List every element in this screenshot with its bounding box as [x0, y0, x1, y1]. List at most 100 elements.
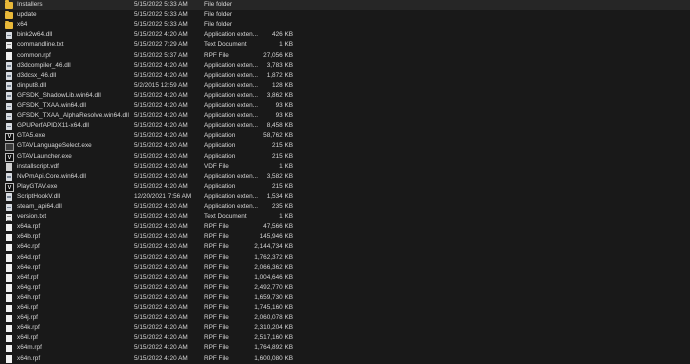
file-row[interactable]: GFSDK_TXAA_AlphaResolve.win64.dll 5/15/20…: [0, 111, 690, 121]
file-row[interactable]: Installers 5/15/2022 5:33 AM File folder: [0, 0, 690, 11]
file-size: 2,310,204 KB: [254, 324, 293, 332]
date-modified: 5/15/2022 4:20 AM: [134, 223, 188, 231]
date-modified: 5/15/2022 4:20 AM: [134, 273, 188, 281]
file-name: x64c.rpf: [17, 243, 40, 251]
file-row[interactable]: update 5/15/2022 5:33 AM File folder: [0, 10, 690, 20]
file-row[interactable]: ScriptHookV.dll 12/20/2021 7:56 AM Applica…: [0, 192, 690, 202]
date-modified: 5/15/2022 4:20 AM: [134, 263, 188, 271]
file-name: NvPmApi.Core.win64.dll: [17, 172, 86, 180]
rpf-file-icon: [6, 223, 12, 232]
exe-file-icon: [5, 142, 14, 151]
file-name: dinput8.dll: [17, 81, 47, 89]
folder-icon: [5, 20, 13, 29]
file-size: 1,762,372 KB: [254, 253, 293, 261]
file-name: d3dcsx_46.dll: [17, 71, 57, 79]
date-modified: 5/2/2015 12:59 AM: [134, 81, 188, 89]
file-name: d3dcompiler_46.dll: [17, 61, 71, 69]
file-row[interactable]: x64b.rpf 5/15/2022 4:20 AM RPF File 145,946…: [0, 232, 690, 242]
file-row[interactable]: installscript.vdf 5/15/2022 4:20 AM VDF Fi…: [0, 162, 690, 172]
file-name: version.txt: [17, 213, 47, 221]
file-row[interactable]: dinput8.dll 5/2/2015 12:59 AM Application …: [0, 81, 690, 91]
file-row[interactable]: version.txt 5/15/2022 4:20 AM Text Documen…: [0, 212, 690, 222]
file-row[interactable]: x64h.rpf 5/15/2022 4:20 AM RPF File 1,659,7…: [0, 293, 690, 303]
file-name: update: [17, 11, 37, 19]
text-file-icon: [6, 41, 12, 50]
file-row[interactable]: x64g.rpf 5/15/2022 4:20 AM RPF File 2,492,7…: [0, 283, 690, 293]
file-name: x64n.rpf: [17, 354, 41, 362]
file-name: x64a.rpf: [17, 223, 41, 231]
file-row[interactable]: x64l.rpf 5/15/2022 4:20 AM RPF File 2,517,1…: [0, 333, 690, 343]
file-row[interactable]: x64 5/15/2022 5:33 AM File folder: [0, 20, 690, 30]
rpf-file-icon: [6, 334, 12, 343]
file-row[interactable]: x64d.rpf 5/15/2022 4:20 AM RPF File 1,762,3…: [0, 253, 690, 263]
date-modified: 5/15/2022 4:20 AM: [134, 172, 188, 180]
file-name: steam_api64.dll: [17, 203, 62, 210]
gta-app-icon: [5, 132, 14, 142]
date-modified: 5/15/2022 4:20 AM: [134, 213, 188, 221]
file-row[interactable]: x64i.rpf 5/15/2022 4:20 AM RPF File 1,745,1…: [0, 303, 690, 313]
file-row[interactable]: GTAVLauncher.exe5/15/2022 4:20 AMApplica…: [0, 152, 690, 162]
file-size: 1,600,080 KB: [254, 354, 293, 362]
file-row[interactable]: x64m.rpf 5/15/2022 4:20 AM RPF File 1,764,8…: [0, 343, 690, 353]
folder-icon: [5, 10, 13, 19]
date-modified: 5/15/2022 4:20 AM: [134, 31, 188, 39]
file-size: 3,783 KB: [266, 61, 293, 69]
rpf-file-icon: [6, 314, 12, 323]
file-name: x64k.rpf: [17, 324, 40, 332]
file-row[interactable]: GFSDK_ShadowLib.win64.dll 5/15/2022 4:20 …: [0, 91, 690, 101]
dll-file-icon: [6, 92, 12, 100]
file-size: 235 KB: [272, 203, 293, 210]
folder-icon: [5, 0, 13, 9]
date-modified: 5/15/2022 4:20 AM: [134, 61, 188, 69]
file-size: 215 KB: [272, 142, 293, 150]
file-row[interactable]: d3dcsx_46.dll 5/15/2022 4:20 AM Applicatio…: [0, 71, 690, 81]
file-row[interactable]: x64k.rpf 5/15/2022 4:20 AM RPF File 2,310,2…: [0, 323, 690, 333]
rpf-file-icon: [6, 254, 12, 262]
file-row[interactable]: commandline.txt 5/15/2022 7:29 AM Text Doc…: [0, 40, 690, 50]
file-size: 27,056 KB: [263, 51, 293, 59]
date-modified: 5/15/2022 4:20 AM: [134, 142, 188, 150]
dll-file-icon: [6, 193, 12, 201]
file-size: 1,745,160 KB: [254, 304, 293, 311]
date-modified: 5/15/2022 5:33 AM: [134, 11, 188, 19]
file-name: x64e.rpf: [17, 263, 41, 271]
file-row[interactable]: common.rpf 5/15/2022 5:37 AM RPF File 27,05…: [0, 51, 690, 61]
file-name: Installers: [17, 1, 43, 8]
file-row[interactable]: GTAVLanguageSelect.exe 5/15/2022 4:20 AM A…: [0, 141, 690, 151]
rpf-file-icon: [6, 264, 12, 272]
date-modified: 5/15/2022 4:20 AM: [134, 243, 188, 251]
file-size: 1,872 KB: [266, 71, 293, 79]
file-row[interactable]: GTA5.exe5/15/2022 4:20 AMApplication58,7…: [0, 131, 690, 142]
file-size: 128 KB: [272, 81, 293, 89]
date-modified: 5/15/2022 4:20 AM: [134, 152, 188, 160]
file-name: bink2w64.dll: [17, 31, 53, 39]
dll-file-icon: [6, 122, 12, 131]
file-row[interactable]: x64e.rpf 5/15/2022 4:20 AM RPF File 2,066,3…: [0, 263, 690, 273]
file-size: 2,517,160 KB: [254, 334, 293, 342]
file-row[interactable]: x64a.rpf 5/15/2022 4:20 AM RPF File 47,566 …: [0, 222, 690, 232]
file-size: 215 KB: [272, 182, 293, 190]
file-row[interactable]: PlayGTAV.exe5/15/2022 4:20 AMApplication…: [0, 182, 690, 192]
file-row[interactable]: bink2w64.dll 5/15/2022 4:20 AM Application…: [0, 30, 690, 40]
file-row[interactable]: x64f.rpf 5/15/2022 4:20 AM RPF File 1,004,6…: [0, 273, 690, 283]
file-row[interactable]: GPUPerfAPIDX11-x64.dll 5/15/2022 4:20 AM A…: [0, 121, 690, 131]
file-name: PlayGTAV.exe: [17, 182, 58, 190]
file-name: x64j.rpf: [17, 314, 38, 322]
file-row[interactable]: x64j.rpf 5/15/2022 4:20 AM RPF File 2,060,0…: [0, 313, 690, 323]
file-size: 1,534 KB: [266, 192, 293, 200]
file-size: 3,862 KB: [266, 91, 293, 99]
dll-file-icon: [6, 82, 12, 90]
file-row[interactable]: NvPmApi.Core.win64.dll 5/15/2022 4:20 AM A…: [0, 172, 690, 182]
file-row[interactable]: x64n.rpf 5/15/2022 4:20 AM RPF File 1,600,0…: [0, 354, 690, 364]
file-row[interactable]: steam_api64.dll 5/15/2022 4:20 AM Applicat…: [0, 202, 690, 212]
dll-file-icon: [6, 72, 12, 80]
date-modified: 5/15/2022 7:29 AM: [134, 41, 188, 49]
file-row[interactable]: d3dcompiler_46.dll 5/15/2022 4:20 AM Appli…: [0, 61, 690, 71]
file-row[interactable]: x64c.rpf 5/15/2022 4:20 AM RPF File 2,144,7…: [0, 242, 690, 252]
file-type: File folder: [204, 11, 233, 19]
file-row[interactable]: GFSDK_TXAA.win64.dll 5/15/2022 4:20 AM App…: [0, 101, 690, 111]
rpf-file-icon: [6, 274, 12, 282]
file-name: installscript.vdf: [17, 162, 59, 170]
file-size: 2,492,770 KB: [254, 283, 293, 291]
file-size: 2,060,078 KB: [254, 314, 293, 322]
